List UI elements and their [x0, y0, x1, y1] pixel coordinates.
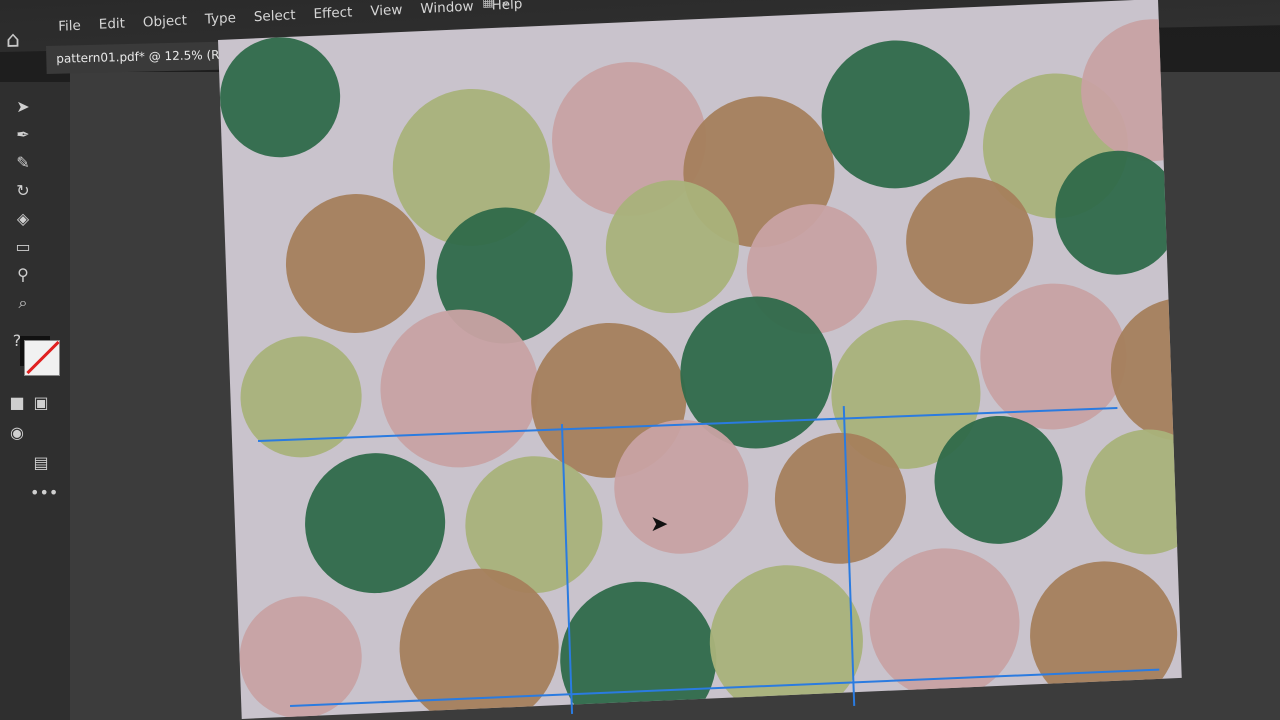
menu-select[interactable]: Select	[254, 7, 296, 25]
pattern-motif	[819, 37, 973, 192]
color-mode-icon[interactable]: ■	[6, 392, 28, 414]
screen-mode-icon[interactable]: ▤	[30, 452, 52, 474]
zoom-tool-icon[interactable]: ⌕	[12, 292, 34, 314]
pattern-motif	[237, 593, 364, 719]
more-tools-icon[interactable]: •••	[30, 482, 58, 504]
shape-tool-icon[interactable]: ▭	[12, 236, 34, 258]
menu-effect[interactable]: Effect	[313, 4, 352, 22]
menu-view[interactable]: View	[370, 2, 402, 20]
workspace-switcher-icon[interactable]: ▦ ⌄	[482, 0, 512, 10]
pattern-motif	[557, 578, 720, 719]
fill-swatch-icon[interactable]	[24, 340, 60, 376]
mouse-cursor-icon: ➤	[650, 512, 669, 537]
pattern-motif	[218, 34, 343, 160]
rotate-tool-icon[interactable]: ↻	[12, 180, 34, 202]
artboard-pattern[interactable]	[218, 0, 1182, 719]
home-icon[interactable]: ⌂	[6, 28, 32, 53]
menu-window[interactable]: Window	[420, 0, 474, 17]
brush-tool-icon[interactable]: ✎	[12, 152, 34, 174]
pattern-motif	[1083, 426, 1182, 558]
menu-file[interactable]: File	[58, 18, 81, 35]
menu-edit[interactable]: Edit	[99, 16, 126, 33]
menu-object[interactable]: Object	[143, 12, 187, 30]
selection-tool-icon[interactable]: ➤	[12, 96, 34, 118]
eraser-tool-icon[interactable]: ◈	[12, 208, 34, 230]
menu-type[interactable]: Type	[205, 10, 236, 27]
pen-tool-icon[interactable]: ✒	[12, 124, 34, 146]
draw-mode-icon[interactable]: ◉	[6, 422, 28, 444]
gradient-mode-icon[interactable]: ▣	[30, 392, 52, 414]
pattern-motif	[302, 450, 448, 597]
tools-panel: ➤ ✒ ✎ ↻ ◈ ▭ ⚲ ⌕ ? ■ ▣ ◉ ▤ •••	[0, 82, 70, 720]
eyedropper-tool-icon[interactable]: ⚲	[12, 264, 34, 286]
